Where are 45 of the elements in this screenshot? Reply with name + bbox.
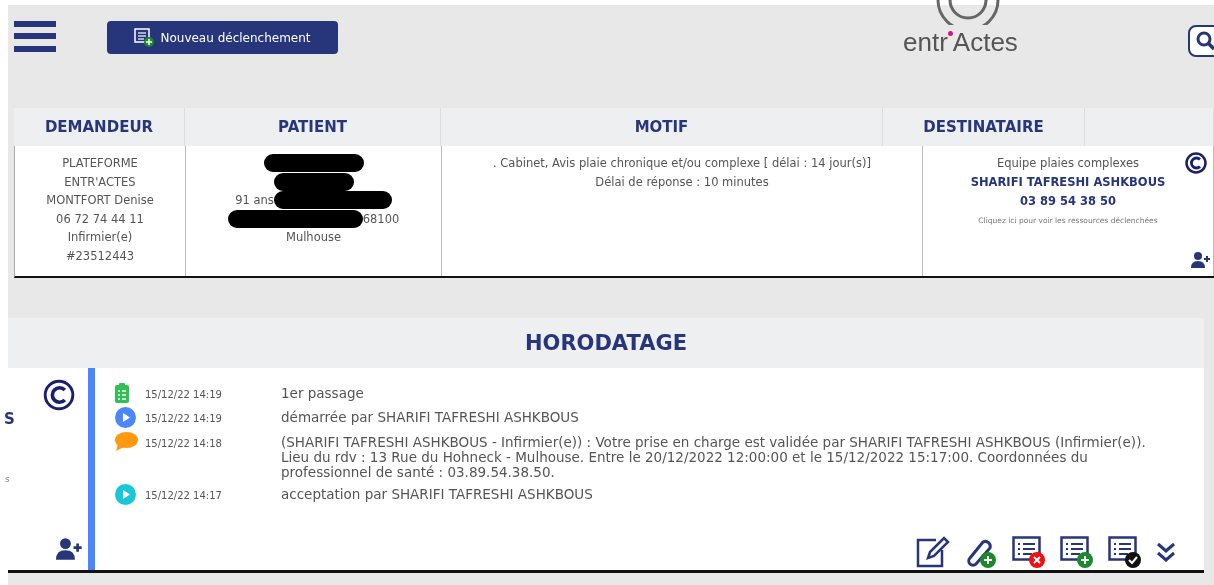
patient-postcode: 68100	[362, 210, 400, 228]
search-icon	[1196, 31, 1214, 51]
logo-text: entr	[903, 27, 948, 58]
patient-city: Mulhouse	[285, 229, 342, 246]
motif-text: . Cabinet, Avis plaie chronique et/ou complexe [ délai : 14 jour(s)]	[493, 155, 871, 172]
expand-button[interactable]	[1156, 541, 1176, 563]
requester-text: 06 72 74 44 11	[56, 210, 144, 228]
requester-text: Infirmier(e)	[67, 229, 133, 246]
section-title: HORODATAGE	[8, 318, 1204, 368]
clipboard-icon	[115, 383, 129, 403]
validate-list-button[interactable]	[1108, 536, 1142, 568]
logo-text: Actes	[952, 27, 1018, 58]
requester-text: ENTR'ACTES	[64, 173, 136, 191]
recipient-phone: 03 89 54 38 50	[1019, 192, 1116, 210]
requester-text: PLATEFORME	[62, 155, 138, 172]
play-icon	[115, 484, 136, 505]
add-user-icon[interactable]	[1191, 252, 1211, 268]
copyright-icon[interactable]	[43, 379, 75, 411]
play-icon	[115, 407, 136, 428]
event-time: 15/12/22 14:17	[145, 489, 223, 501]
list-add-icon	[134, 28, 155, 47]
copyright-icon[interactable]	[1185, 152, 1207, 174]
cut-text: s	[5, 474, 10, 484]
cut-text: S	[4, 410, 15, 428]
add-list-button[interactable]	[1060, 536, 1094, 568]
event-time: 15/12/22 14:18	[145, 437, 223, 449]
search-button[interactable]	[1188, 25, 1214, 57]
add-user-icon[interactable]	[56, 538, 83, 560]
team-name: Equipe plaies complexes	[997, 155, 1139, 172]
new-trigger-button[interactable]: Nouveau déclenchement	[107, 21, 338, 54]
event-text: 1er passage	[281, 384, 365, 401]
recipient-name: SHARIFI TAFRESHI ASHKBOUS	[970, 173, 1166, 191]
patient-age: 91 ans	[235, 192, 274, 209]
edit-button[interactable]	[916, 536, 950, 568]
event-time: 15/12/22 14:19	[145, 388, 223, 400]
event-text: acceptation par SHARIFI TAFRESHI ASHKBOUS	[281, 485, 594, 502]
event-text: (SHARIFI TAFRESHI ASHKBOUS - Infirmier(e)) : Votre prise en charge est validée par SHARIFI TAFRESHI ASHKBOUS (Infirmier(e)). Lieu du rdv : 13 Rue du Hohneck - Mulhouse. Entre le 20/12/2022 12:00:00 et le 15/12/2022 15:17:00. Coordonnées du professionnel de santé : 03.89.54.38.50.	[281, 433, 1147, 480]
remove-list-button[interactable]	[1012, 536, 1046, 568]
motif-text: Délai de réponse : 10 minutes	[595, 173, 769, 191]
requester-text: MONTFORT Denise	[46, 192, 154, 209]
event-text: démarrée par SHARIFI TAFRESHI ASHKBOUS	[281, 408, 580, 425]
event-time: 15/12/22 14:19	[145, 412, 223, 424]
comment-icon	[115, 432, 138, 451]
requester-text: #23512443	[65, 247, 135, 265]
menu-icon[interactable]	[14, 21, 56, 52]
